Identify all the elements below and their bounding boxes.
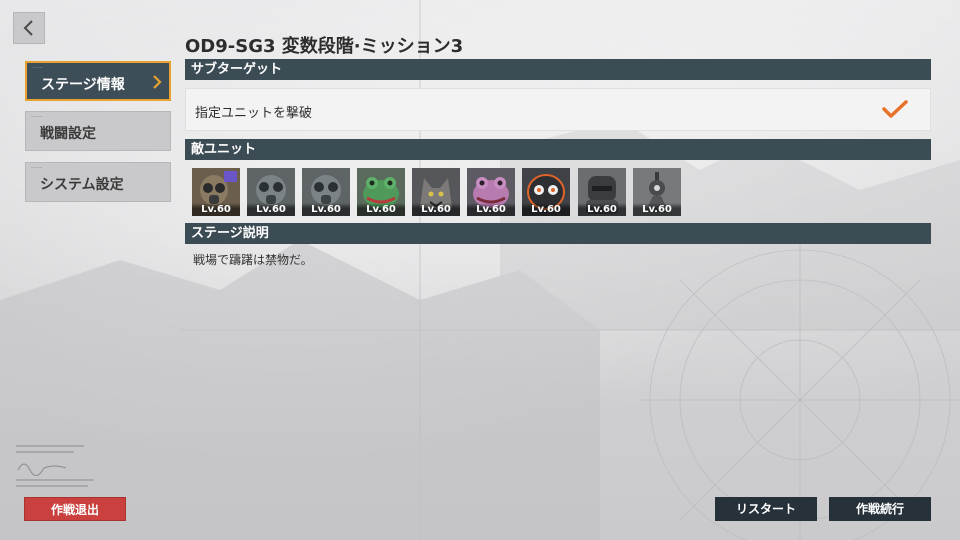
enemy-unit-2[interactable]: Lv.60 (247, 168, 295, 216)
enemy-unit-7[interactable]: Lv.60 (522, 168, 570, 216)
unit-level: Lv.60 (467, 203, 515, 216)
enemy-unit-4[interactable]: Lv.60 (357, 168, 405, 216)
stage-title: OD9-SG3 変数段階·ミッション3 (185, 36, 464, 57)
retreat-button[interactable]: 作戦退出 (24, 497, 126, 521)
unit-level: Lv.60 (192, 203, 240, 216)
menu-item-small-tag: ········· (31, 114, 43, 119)
objective-text: 指定ユニットを撃破 (195, 106, 313, 121)
continue-button[interactable]: 作戦続行 (829, 497, 931, 521)
enemy-unit-6[interactable]: Lv.60 (467, 168, 515, 216)
enemy-unit-5[interactable]: Lv.60 (412, 168, 460, 216)
section-header-stage-description: ステージ説明 (185, 223, 931, 244)
menu-item-label: システム設定 (40, 177, 124, 193)
enemy-unit-1[interactable]: Lv.60 (192, 168, 240, 216)
section-header-subtarget: サブターゲット (185, 59, 931, 80)
stage-description-text: 戦場で躊躇は禁物だ。 (193, 253, 313, 267)
check-icon (882, 100, 908, 118)
section-header-enemy-units: 敵ユニット (185, 139, 931, 160)
chevron-right-icon (153, 75, 162, 89)
unit-level: Lv.60 (633, 203, 681, 216)
chevron-left-icon (23, 20, 33, 36)
menu-item-stage-info[interactable]: ········· ステージ情報 (25, 61, 171, 101)
enemy-unit-3[interactable]: Lv.60 (302, 168, 350, 216)
unit-level: Lv.60 (247, 203, 295, 216)
boss-badge-icon (224, 171, 237, 182)
unit-level: Lv.60 (578, 203, 626, 216)
unit-level: Lv.60 (522, 203, 570, 216)
enemy-unit-9[interactable]: Lv.60 (633, 168, 681, 216)
unit-level: Lv.60 (357, 203, 405, 216)
unit-level: Lv.60 (302, 203, 350, 216)
enemy-unit-8[interactable]: Lv.60 (578, 168, 626, 216)
menu-item-label: 戦闘設定 (40, 126, 96, 142)
objective-row: 指定ユニットを撃破 (185, 88, 931, 131)
menu-item-label: ステージ情報 (41, 77, 125, 93)
menu-item-system-settings[interactable]: ········· システム設定 (25, 162, 171, 202)
unit-level: Lv.60 (412, 203, 460, 216)
menu-item-small-tag: ········· (32, 65, 44, 70)
menu-item-battle-settings[interactable]: ········· 戦闘設定 (25, 111, 171, 151)
back-button[interactable] (13, 12, 45, 44)
menu-item-small-tag: ········· (31, 165, 43, 170)
decorative-signature-icon (16, 445, 94, 487)
restart-button[interactable]: リスタート (715, 497, 817, 521)
